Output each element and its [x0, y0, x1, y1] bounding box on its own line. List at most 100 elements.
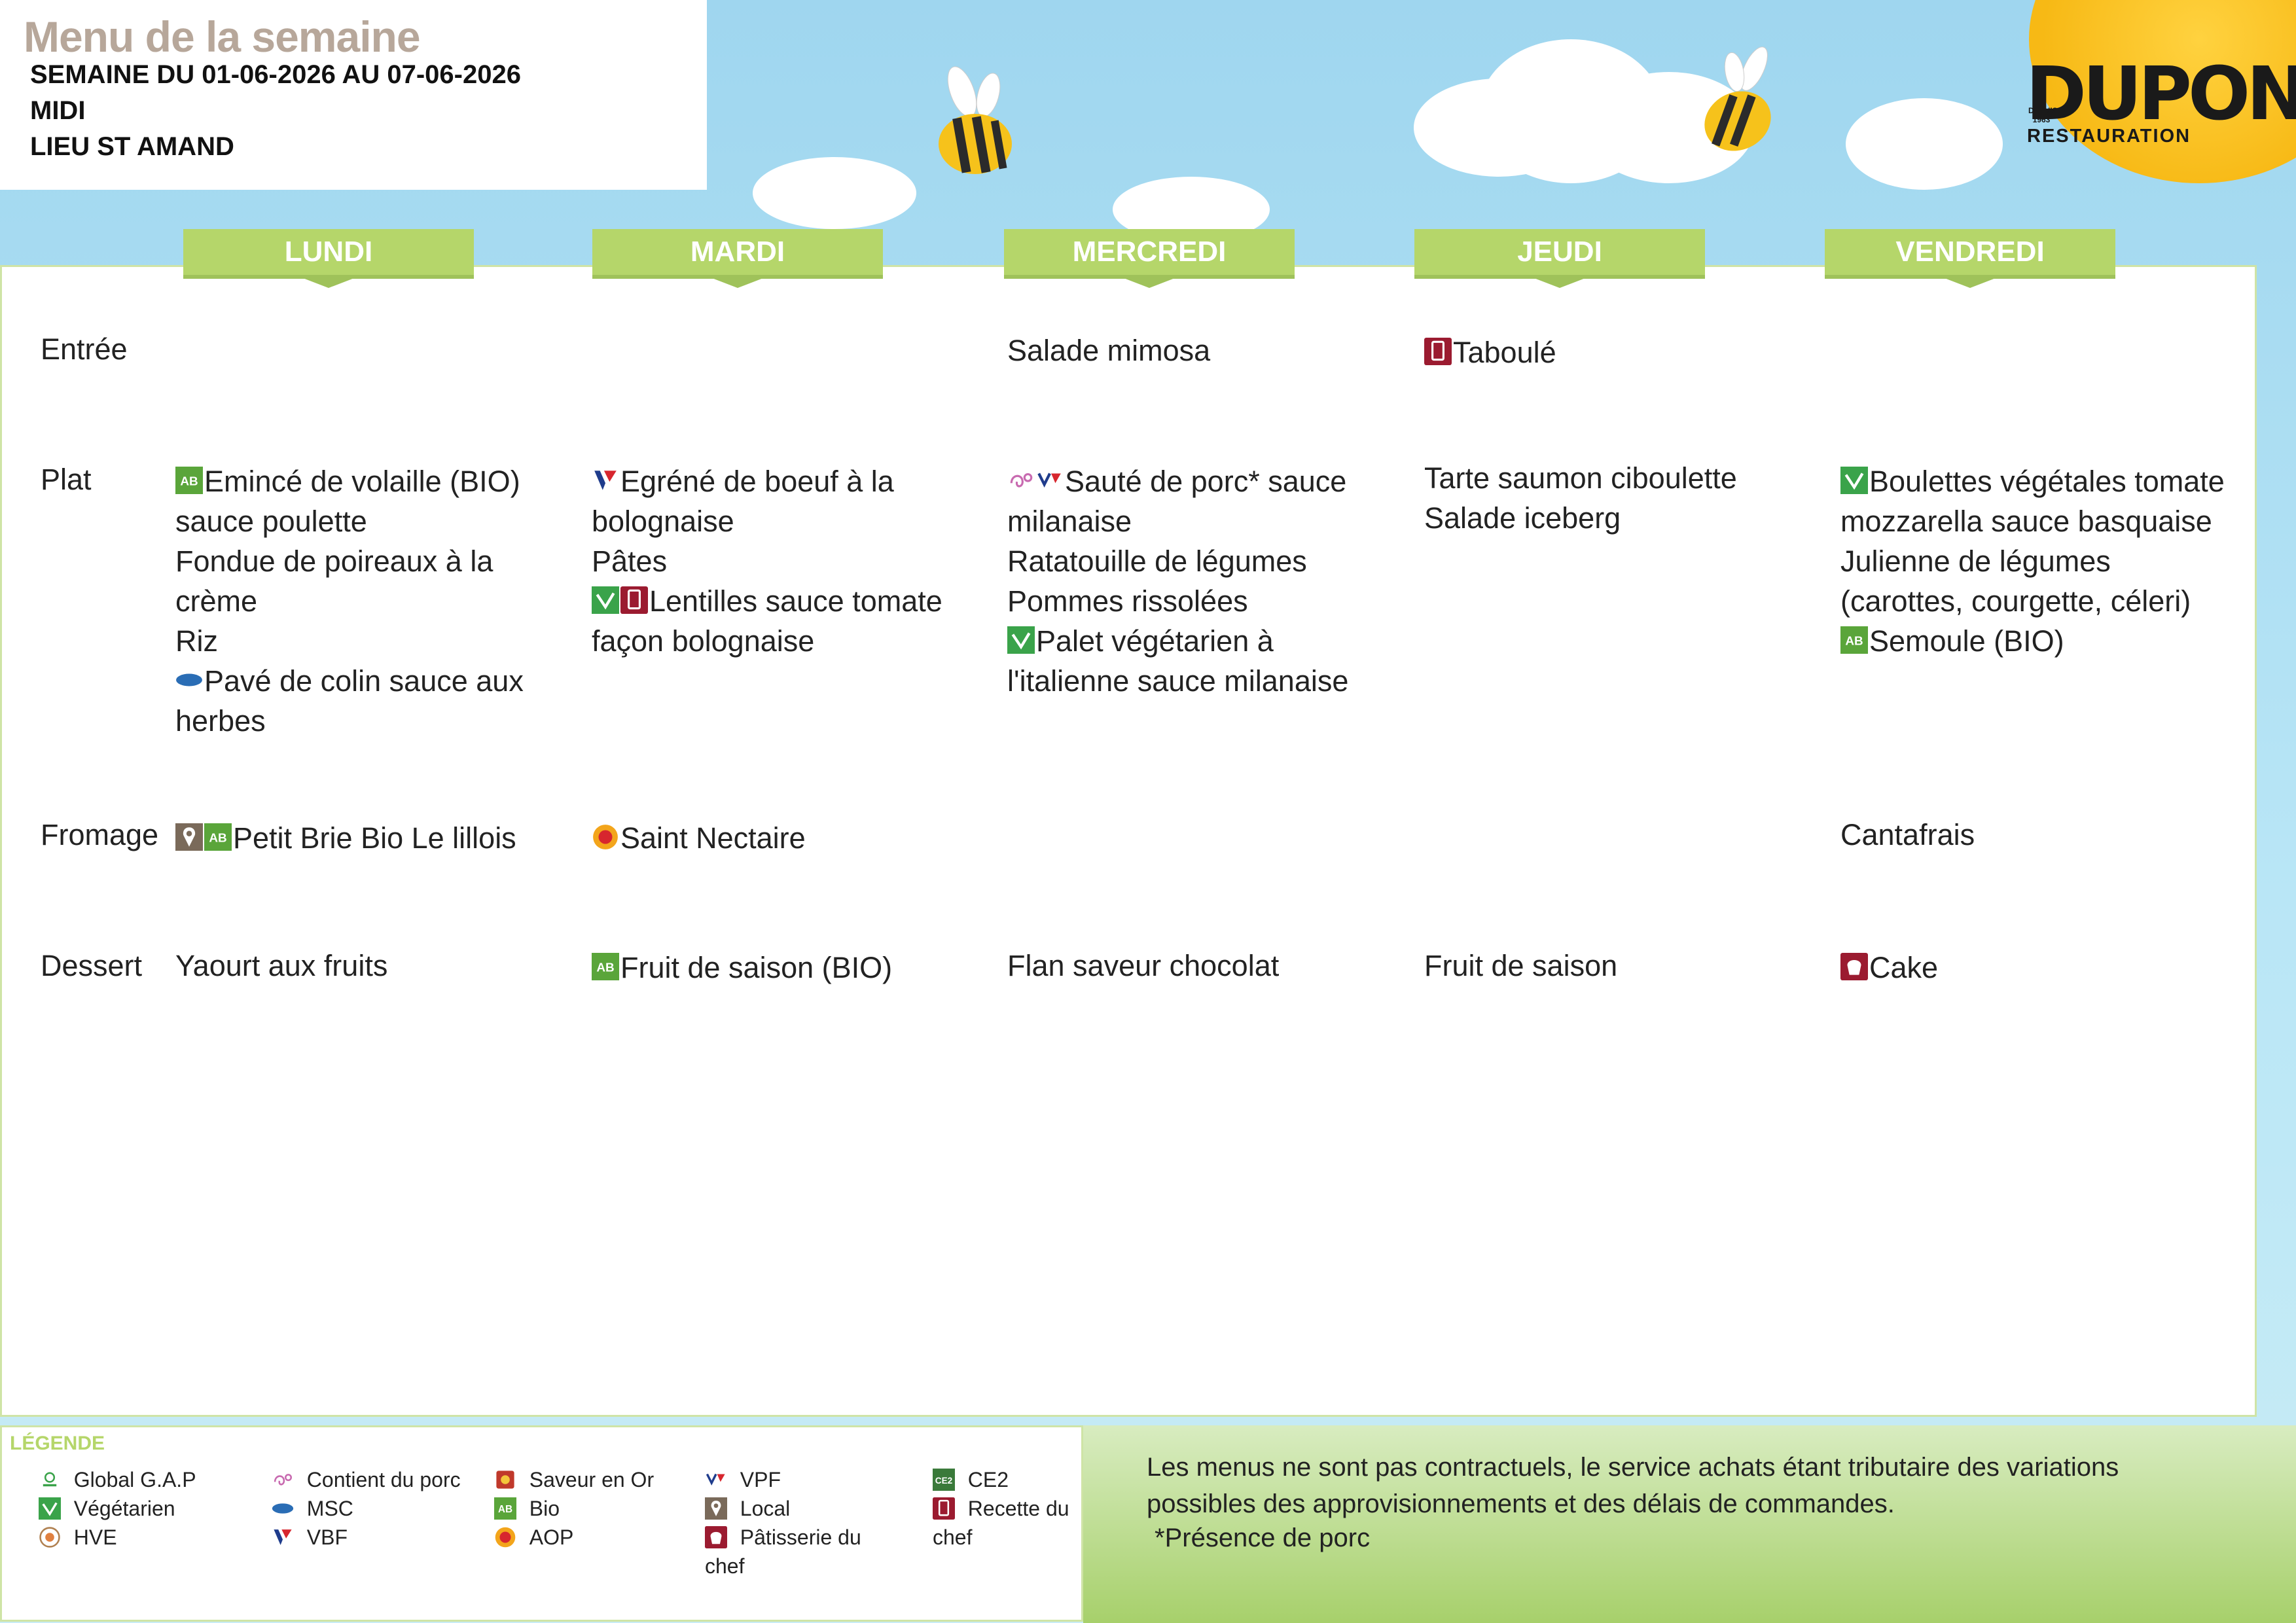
legend-item: MSC [272, 1494, 353, 1523]
dish-text: Cantafrais [1840, 818, 1975, 851]
patisserie-icon [1840, 953, 1868, 980]
dish-text: Saint Nectaire [620, 821, 806, 855]
legend-item: Recette du chef [933, 1497, 1069, 1549]
fromage-vendredi: Cantafrais [1840, 815, 2233, 855]
aop-icon [593, 825, 618, 849]
dish-text: Palet végétarien à [1036, 624, 1274, 658]
recette-chef-icon [933, 1497, 955, 1520]
hve-icon [39, 1527, 60, 1548]
globalgap-icon [43, 1472, 57, 1487]
bio-icon: AB [204, 823, 232, 851]
dish-text: bolognaise [592, 505, 734, 538]
week-range: SEMAINE DU 01-06-2026 AU 07-06-2026 [30, 60, 521, 89]
dish-text: (carottes, courgette, céleri) [1840, 584, 2191, 618]
logo-main-text: DUPONT [2026, 52, 2296, 137]
legend-item: HVE [39, 1523, 117, 1552]
vegetarian-icon [39, 1497, 61, 1520]
legend-item: VPF [705, 1465, 781, 1494]
cloud [753, 157, 916, 229]
pork-note: *Présence de porc [1155, 1524, 1371, 1552]
dish-text: Semoule (BIO) [1869, 624, 2064, 658]
svg-text:AB: AB [596, 961, 614, 974]
legend-item: Pâtisserie du chef [705, 1525, 861, 1578]
dessert-lundi: Yaourt aux fruits [175, 946, 568, 986]
dish-text: Fruit de saison [1424, 949, 1618, 982]
legend-item: CE2 CE2 [933, 1465, 1009, 1494]
svg-text:AB: AB [1845, 634, 1863, 648]
dish-text: Taboulé [1453, 336, 1556, 369]
vbf-icon [274, 1529, 292, 1545]
bee-illustration [1704, 46, 1771, 151]
legend-item: Saveur en Or [494, 1465, 654, 1494]
dish-text: Ratatouille de légumes [1007, 544, 1307, 578]
bio-icon: AB [494, 1497, 516, 1520]
dish-text: Pâtes [592, 544, 668, 578]
legend-title: LÉGENDE [10, 1433, 105, 1454]
fromage-lundi: AB Petit Brie Bio Le lillois [175, 818, 568, 858]
pork-icon [1010, 473, 1033, 488]
logo-sub-text: RESTAURATION [2027, 126, 2191, 147]
dish-text: Tarte saumon ciboulette [1424, 461, 1737, 495]
dish-text: Sauté de porc* sauce [1065, 465, 1347, 498]
dish-text: Yaourt aux fruits [175, 949, 388, 982]
dish-text: herbes [175, 704, 266, 738]
page-title: Menu de la semaine [24, 12, 421, 61]
recette-chef-icon [1424, 338, 1452, 365]
entree-jeudi: Taboulé [1424, 332, 1817, 372]
dish-text: milanaise [1007, 505, 1132, 538]
dish-text: mozzarella sauce basquaise [1840, 505, 2212, 538]
saveur-en-or-icon [496, 1471, 514, 1489]
dessert-vendredi: Cake [1840, 948, 2233, 988]
dish-text: Salade mimosa [1007, 334, 1211, 367]
dish-text: façon bolognaise [592, 624, 815, 658]
bee-illustration [939, 66, 1012, 174]
dish-text: l'italienne sauce milanaise [1007, 664, 1349, 698]
plat-lundi: AB Emincé de volaille (BIO) sauce poulett… [175, 461, 568, 741]
category-fromage: Fromage [41, 818, 159, 851]
dish-text: Julienne de légumes [1840, 544, 2111, 578]
svg-text:AB: AB [209, 831, 226, 845]
legend-item: VBF [272, 1523, 348, 1552]
dessert-mercredi: Flan saveur chocolat [1007, 946, 1400, 986]
dish-text: Emincé de volaille (BIO) [204, 465, 520, 498]
dish-text: Pavé de colin sauce aux [204, 664, 524, 698]
svg-text:AB: AB [180, 474, 198, 488]
header-panel: Menu de la semaine SEMAINE DU 01-06-2026… [0, 0, 707, 190]
local-icon [175, 823, 203, 851]
day-header-mercredi: MERCREDI [1004, 229, 1295, 288]
day-header-mardi: MARDI [592, 229, 883, 288]
fromage-mardi: Saint Nectaire [592, 818, 984, 858]
day-header-vendredi: VENDREDI [1825, 229, 2115, 288]
msc-icon [272, 1503, 294, 1514]
recette-chef-icon [620, 586, 648, 614]
cloud [1846, 98, 2003, 190]
pork-icon [274, 1474, 293, 1486]
plat-jeudi: Tarte saumon ciboulette Salade iceberg [1424, 458, 1817, 538]
dish-text: crème [175, 584, 258, 618]
dish-text: Salade iceberg [1424, 501, 1621, 535]
bio-icon: AB [1840, 626, 1868, 654]
vegetarian-icon [592, 586, 619, 614]
vegetarian-icon [1840, 467, 1868, 494]
place-label: LIEU ST AMAND [30, 132, 234, 161]
dish-text: Pommes rissolées [1007, 584, 1248, 618]
vpf-icon [706, 1473, 725, 1486]
local-icon [705, 1497, 727, 1520]
category-entree: Entrée [41, 332, 128, 366]
dish-text: Fruit de saison (BIO) [620, 951, 893, 984]
msc-icon [176, 673, 202, 687]
svg-text:CE2: CE2 [935, 1476, 953, 1486]
dish-text: Egréné de boeuf à la [620, 465, 894, 498]
plat-mardi: Egréné de boeuf à la bolognaise Pâtes Le… [592, 461, 984, 661]
dish-text: Flan saveur chocolat [1007, 949, 1280, 982]
legend-item: Global G.A.P [39, 1465, 196, 1494]
category-dessert: Dessert [41, 949, 143, 982]
patisserie-icon [705, 1526, 727, 1548]
bio-icon: AB [592, 953, 619, 980]
day-header-lundi: LUNDI [183, 229, 474, 288]
bio-icon: AB [175, 467, 203, 494]
dupont-logo: DUPONT DEPUIS 1963 RESTAURATION [2026, 58, 2296, 149]
service-label: MIDI [30, 96, 86, 125]
dessert-jeudi: Fruit de saison [1424, 946, 1817, 986]
legend-item: AOP [494, 1523, 573, 1552]
